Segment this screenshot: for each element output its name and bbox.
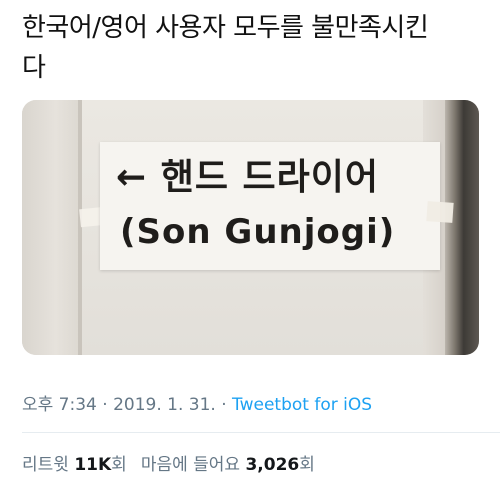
tweet-source-link[interactable]: Tweetbot for iOS bbox=[232, 395, 372, 415]
tweet-photo[interactable]: ← 핸드 드라이어 (Son Gunjogi) bbox=[22, 100, 479, 355]
likes-label: 마음에 들어요 bbox=[140, 455, 241, 475]
retweets-label: 리트윗 bbox=[22, 455, 69, 475]
meta-separator: · bbox=[96, 395, 114, 415]
tweet-stats: 리트윗 11K회 마음에 들어요 3,026회 bbox=[22, 450, 315, 475]
tweet-meta: 오후 7:34 · 2019. 1. 31. · Tweetbot for iO… bbox=[22, 390, 372, 415]
retweets-suffix: 회 bbox=[111, 455, 127, 475]
tweet-text-line2: 다 bbox=[22, 53, 46, 83]
photo-pillar bbox=[22, 100, 78, 355]
photo-tape-right bbox=[426, 201, 454, 223]
tweet-time[interactable]: 오후 7:34 bbox=[22, 395, 97, 415]
meta-separator: · bbox=[215, 395, 233, 415]
photo-paper-sign: ← 핸드 드라이어 (Son Gunjogi) bbox=[100, 142, 440, 270]
tweet-text-line1: 한국어/영어 사용자 모두를 불만족시킨 bbox=[22, 13, 429, 43]
sign-korean-text: ← 핸드 드라이어 bbox=[116, 157, 379, 198]
retweets-stat[interactable]: 리트윗 11K회 bbox=[22, 455, 127, 475]
sign-romanized-text: (Son Gunjogi) bbox=[120, 212, 396, 252]
likes-suffix: 회 bbox=[299, 455, 315, 475]
divider bbox=[22, 432, 500, 433]
retweets-count: 11K bbox=[74, 455, 112, 475]
likes-stat[interactable]: 마음에 들어요 3,026회 bbox=[141, 455, 315, 475]
tweet-text: 한국어/영어 사용자 모두를 불만족시킨 다 bbox=[22, 8, 472, 88]
photo-pillar-edge bbox=[78, 100, 82, 355]
photo-door-frame bbox=[445, 100, 479, 355]
likes-count: 3,026 bbox=[245, 455, 300, 475]
tweet-date[interactable]: 2019. 1. 31. bbox=[113, 395, 216, 415]
